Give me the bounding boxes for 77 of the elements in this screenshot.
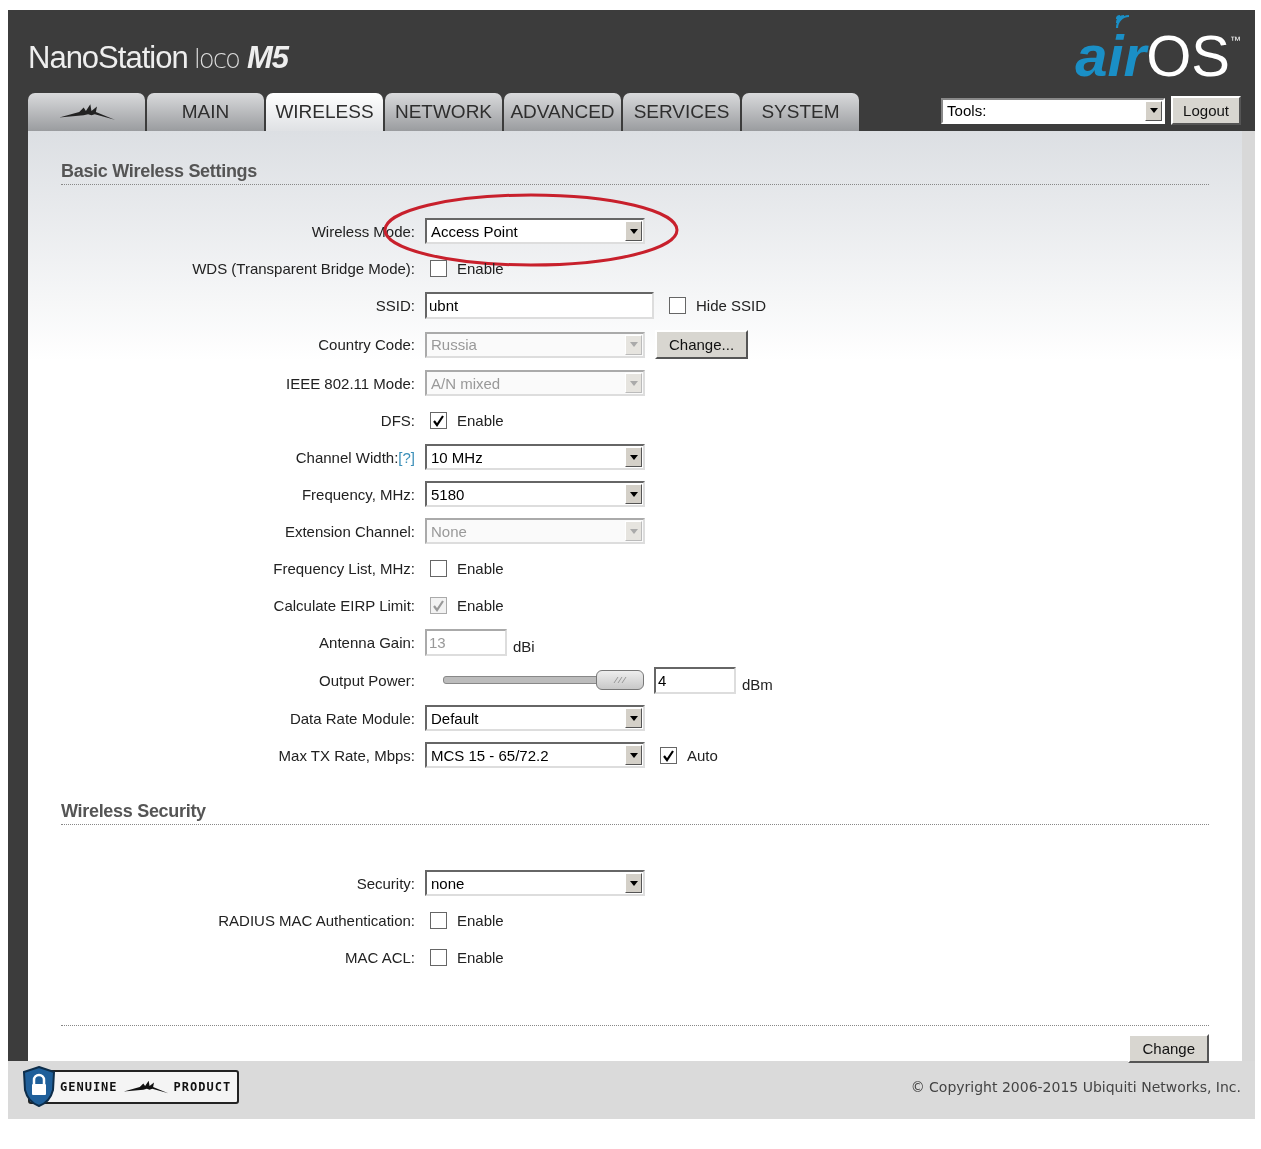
field-label: DFS: [380,411,415,429]
text-field[interactable]: ubnt [425,292,654,319]
field-label: RADIUS MAC Authentication: [218,911,415,929]
caret-icon [628,527,639,535]
field-label: Output Power: [319,672,415,689]
field-label: Frequency List, MHz: [273,559,415,577]
nav-tab[interactable]: NETWORK [385,93,502,131]
caret-icon [628,751,639,759]
logout-button[interactable]: Logout [1171,96,1241,125]
checkbox-label: Enable [457,559,504,577]
field-label: WDS (Transparent Bridge Mode): [192,259,415,277]
unit-label: dBm [742,676,773,693]
nav-tab[interactable]: WIRELESS [266,93,383,131]
change-button[interactable]: Change... [655,330,749,359]
checkbox[interactable] [430,559,447,577]
slider-track[interactable] [443,669,644,692]
caret-icon [628,453,639,461]
checkbox[interactable] [669,297,686,314]
checkbox-label: Hide SSID [696,297,767,314]
checkbox[interactable] [430,411,447,429]
checkmark-icon [432,598,445,612]
checkmark-icon [432,413,445,427]
section-title: Wireless Security [61,801,1209,825]
field-label: Max TX Rate, Mbps: [278,746,415,764]
checkbox[interactable] [660,746,677,764]
slider-thumb[interactable] [596,669,644,690]
dropdown[interactable]: Access Point [425,218,645,244]
home-tab[interactable] [28,93,145,131]
wifi-icon [1115,14,1132,30]
field-label: Country Code: [318,336,415,353]
dropdown[interactable]: 5180 [425,481,645,507]
field-label: Calculate EIRP Limit: [273,596,415,614]
checkbox-label: Enable [457,911,504,929]
caret-icon [628,879,639,887]
checkbox-label: Enable [457,259,504,277]
text-field[interactable]: 4 [654,667,736,694]
checkmark-icon [662,748,675,762]
change-button[interactable]: Change [1128,1034,1209,1063]
nav-tab[interactable]: MAIN [147,93,264,131]
section-title: Basic Wireless Settings [61,161,1209,185]
field-label: Data Rate Module: [289,709,415,727]
field-label: Extension Channel: [284,522,415,540]
checkbox-label: Enable [457,411,504,429]
badge-text: GENUINE [60,1080,118,1094]
dropdown[interactable]: 10 MHz [425,444,645,470]
nav-tab[interactable]: SERVICES [623,93,740,131]
field-label: Frequency, MHz: [301,485,415,503]
field-label: MAC ACL: [344,948,415,966]
copyright-text: © Copyright 2006-2015 Ubiquiti Networks, Inc. [910,1079,1241,1095]
dropdown[interactable]: none [425,870,645,896]
field-label: SSID: [375,297,415,314]
field-label: Security: [356,874,415,892]
field-label: Channel Width: [295,448,399,466]
checkbox-label: Enable [457,596,504,614]
nav-tab[interactable]: SYSTEM [742,93,859,131]
field-label: IEEE 802.11 Mode: [286,374,415,392]
badge-text: PRODUCT [173,1080,232,1094]
caret-icon [628,227,639,235]
field-label: Antenna Gain: [319,634,415,651]
dropdown[interactable]: MCS 15 - 65/72.2 [425,742,645,768]
product-title: NanoStation loco M5 [28,40,289,76]
dropdown[interactable]: Default [425,705,645,731]
checkbox-label: Auto [687,746,718,764]
checkbox-label: Enable [457,948,504,966]
caret-icon [628,714,639,722]
caret-icon [628,379,639,387]
caret-icon [1148,107,1159,114]
checkbox[interactable] [430,948,447,966]
unit-label: dBi [513,638,535,655]
caret-icon [628,341,639,348]
brand-logo: airOS™ [1075,30,1241,82]
checkbox[interactable] [430,911,447,929]
caret-icon [628,490,639,498]
help-link[interactable]: [?] [398,448,415,466]
nav-tab[interactable]: ADVANCED [504,93,621,131]
tools-dropdown[interactable]: Tools: [941,97,1166,124]
checkbox[interactable] [430,259,447,277]
